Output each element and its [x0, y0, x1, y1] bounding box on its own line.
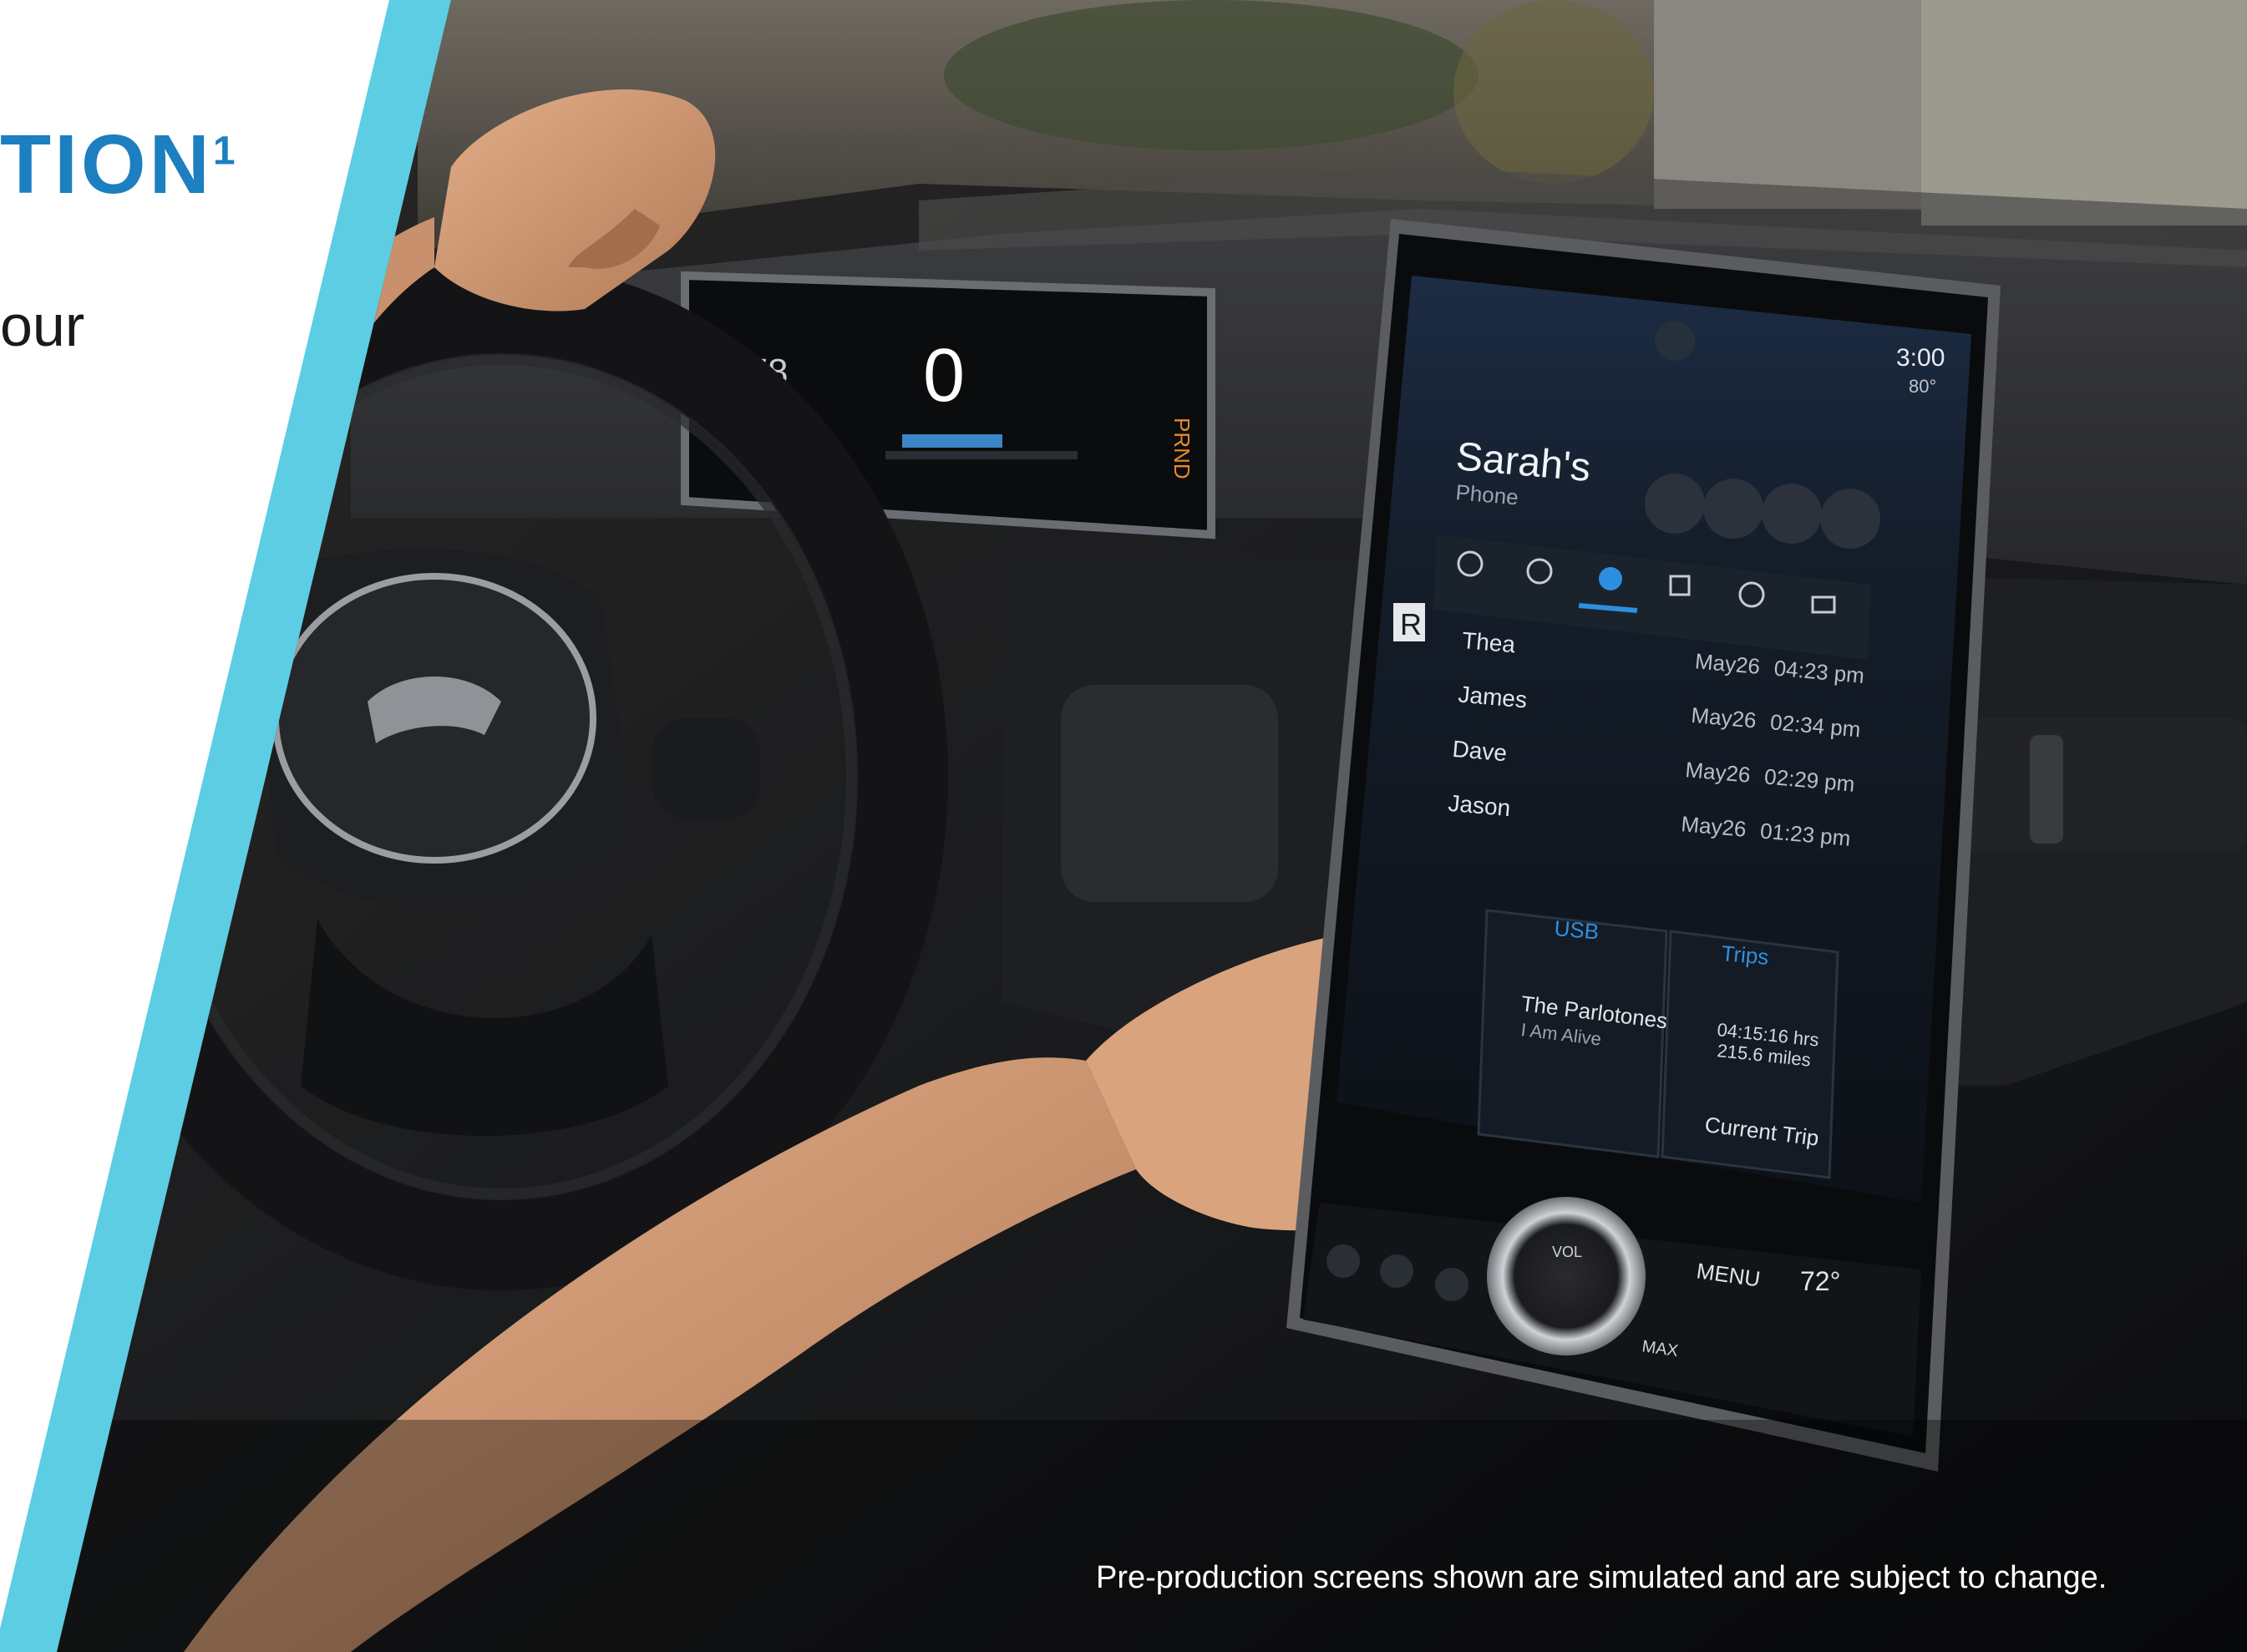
- link-button[interactable]: [1703, 479, 1763, 539]
- index-letter: R: [1400, 607, 1422, 641]
- call-name: Jason: [1447, 790, 1511, 821]
- call-name: Thea: [1461, 627, 1517, 657]
- volume-knob[interactable]: [1487, 1197, 1646, 1356]
- temperature-readout: 72°: [1800, 1266, 1840, 1296]
- settings-button[interactable]: [1820, 489, 1880, 549]
- disclaimer-text: Pre-production screens shown are simulat…: [1096, 1560, 2108, 1595]
- status-time: 3:00: [1896, 344, 1945, 372]
- volume-label: VOL: [1552, 1244, 1582, 1260]
- fan-icon[interactable]: [1435, 1268, 1468, 1301]
- steering-heat-icon[interactable]: [1380, 1254, 1413, 1288]
- cluster-gear: PRND: [1169, 418, 1195, 479]
- heading-text: TION: [0, 118, 213, 211]
- status-temperature: 80°: [1909, 376, 1936, 397]
- call-name: Dave: [1451, 736, 1508, 767]
- apps-grid-icon[interactable]: [1655, 321, 1695, 361]
- heading-footnote-marker: 1: [212, 129, 239, 174]
- trip-title: Trips: [1720, 940, 1769, 970]
- notification-button[interactable]: [1762, 484, 1822, 544]
- section-heading: TION1: [0, 117, 239, 213]
- seat-heat-icon[interactable]: [1326, 1244, 1360, 1278]
- media-source: USB: [1553, 915, 1600, 945]
- body-text-fragment: our: [0, 293, 85, 358]
- contacts-tab-icon[interactable]: [1599, 567, 1622, 590]
- cluster-speed: 0: [923, 334, 965, 418]
- mute-button[interactable]: [1645, 474, 1705, 534]
- dashboard-photo: 178 0 PRND 3:00 80° Sarah's Phone R Thea…: [0, 0, 2247, 1652]
